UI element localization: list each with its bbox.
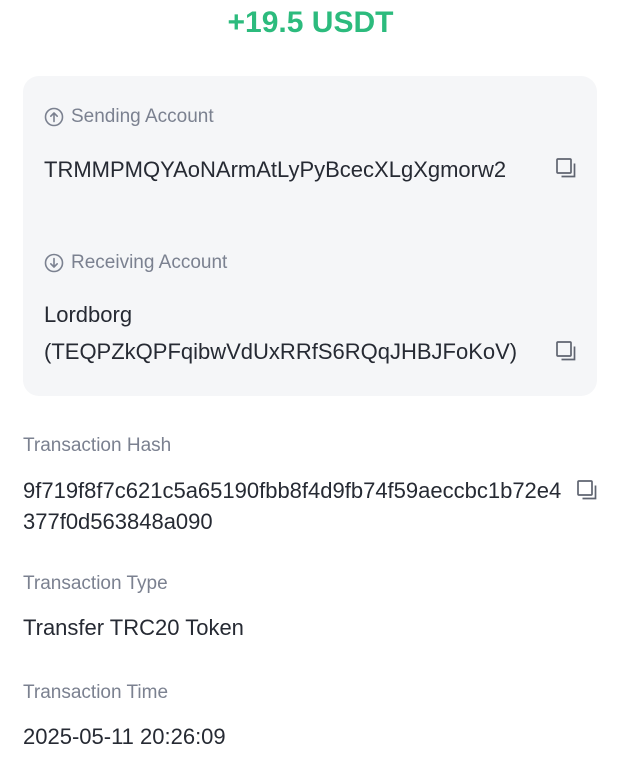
copy-transaction-hash-button[interactable]: [575, 478, 599, 502]
transaction-amount: +19.5 USDT: [227, 6, 394, 39]
transaction-time-value: 2025-05-11 20:26:09: [23, 724, 226, 749]
copy-sending-address-button[interactable]: [554, 156, 578, 180]
transaction-time-label: Transaction Time: [23, 682, 169, 703]
transaction-type-label: Transaction Type: [23, 573, 168, 594]
copy-icon: [556, 341, 576, 361]
transaction-hash-label: Transaction Hash: [23, 435, 172, 456]
receiving-account-header: Receiving Account: [44, 252, 227, 274]
copy-icon: [577, 480, 597, 500]
copy-icon: [556, 158, 576, 178]
sending-account-label: Sending Account: [71, 106, 214, 127]
transaction-type-value: Transfer TRC20 Token: [23, 615, 244, 640]
sending-account-address: TRMMPMQYAoNArmAtLyPyBcecXLgXgmorw2: [44, 157, 507, 182]
copy-receiving-address-button[interactable]: [554, 339, 578, 363]
transaction-hash-value: 9f719f8f7c621c5a65190fbb8f4d9fb74f59aecc…: [23, 478, 562, 534]
receiving-account-address: (TEQPZkQPFqibwVdUxRRfS6RQqJHBJFoKoV): [44, 339, 518, 364]
receiving-account-name: Lordborg: [44, 302, 133, 327]
arrow-up-circle-icon: [44, 107, 64, 127]
receiving-account-label: Receiving Account: [71, 252, 228, 273]
accounts-card: Sending Account TRMMPMQYAoNArmAtLyPyBcec…: [23, 76, 597, 396]
arrow-down-circle-icon: [44, 253, 64, 273]
sending-account-header: Sending Account: [44, 106, 214, 128]
